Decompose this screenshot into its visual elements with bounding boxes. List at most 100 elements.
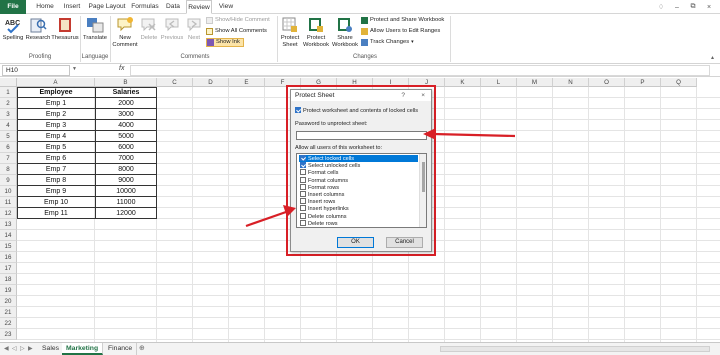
- row-header-21[interactable]: 21: [0, 307, 17, 318]
- protect-sheet-button[interactable]: Protect Sheet: [279, 16, 301, 48]
- tab-review[interactable]: Review: [186, 0, 212, 14]
- tab-formulas[interactable]: Formulas: [130, 0, 160, 14]
- permissions-list[interactable]: Select locked cells Select unlocked cells…: [296, 153, 427, 228]
- tab-view[interactable]: View: [216, 0, 236, 14]
- checkbox-icon[interactable]: [300, 205, 306, 212]
- close-icon[interactable]: ×: [421, 90, 425, 101]
- allow-users-edit-ranges-button[interactable]: Allow Users to Edit Ranges: [361, 27, 440, 36]
- permission-item[interactable]: Insert rows: [299, 198, 418, 205]
- share-workbook-button[interactable]: Share Workbook: [331, 16, 359, 48]
- delete-comment-button[interactable]: Delete: [139, 16, 159, 42]
- row-header-8[interactable]: 8: [0, 164, 17, 175]
- minimize-icon[interactable]: –: [672, 4, 682, 11]
- row-header-13[interactable]: 13: [0, 219, 17, 230]
- research-button[interactable]: Research: [25, 16, 51, 42]
- scroll-first-sheet-icon[interactable]: ◀: [4, 345, 9, 352]
- permission-item[interactable]: Insert hyperlinks: [299, 205, 418, 212]
- cancel-button[interactable]: Cancel: [386, 237, 423, 248]
- permission-item[interactable]: Delete columns: [299, 212, 418, 220]
- help-icon[interactable]: ♢: [656, 3, 666, 11]
- protect-share-workbook-button[interactable]: Protect and Share Workbook: [361, 16, 444, 25]
- protect-contents-checkbox[interactable]: Protect worksheet and contents of locked…: [295, 107, 418, 114]
- show-ink-button[interactable]: Show Ink: [206, 38, 244, 47]
- column-header-m[interactable]: M: [517, 78, 553, 87]
- column-header-o[interactable]: O: [589, 78, 625, 87]
- show-all-comments-button[interactable]: Show All Comments: [206, 27, 267, 36]
- row-header-7[interactable]: 7: [0, 153, 17, 164]
- checkbox-icon[interactable]: [300, 219, 306, 226]
- name-box[interactable]: H10: [2, 65, 70, 76]
- checkbox-icon[interactable]: [300, 169, 306, 176]
- column-header-k[interactable]: K: [445, 78, 481, 87]
- close-icon[interactable]: ×: [704, 4, 714, 11]
- row-header-20[interactable]: 20: [0, 296, 17, 307]
- row-header-3[interactable]: 3: [0, 109, 17, 120]
- row-header-11[interactable]: 11: [0, 197, 17, 208]
- row-header-5[interactable]: 5: [0, 131, 17, 142]
- ribbon-collapse-icon[interactable]: ▴: [711, 54, 714, 61]
- checkbox-checked-icon[interactable]: [300, 155, 306, 161]
- chevron-down-icon[interactable]: ▼: [72, 66, 77, 72]
- row-header-18[interactable]: 18: [0, 274, 17, 285]
- show-hide-comment-button[interactable]: Show/Hide Comment: [206, 16, 270, 25]
- scrollbar-thumb[interactable]: [422, 162, 425, 192]
- fx-icon[interactable]: fx: [119, 65, 124, 72]
- column-header-e[interactable]: E: [229, 78, 265, 87]
- row-header-19[interactable]: 19: [0, 285, 17, 296]
- thesaurus-button[interactable]: Thesaurus: [51, 16, 79, 42]
- tab-home[interactable]: Home: [34, 0, 56, 14]
- permissions-scrollbar[interactable]: [419, 154, 426, 227]
- row-header-2[interactable]: 2: [0, 98, 17, 109]
- scroll-last-sheet-icon[interactable]: ▶: [28, 345, 33, 352]
- permission-item[interactable]: Delete rows: [299, 219, 418, 227]
- row-header-1[interactable]: 1: [0, 87, 17, 98]
- row-header-14[interactable]: 14: [0, 230, 17, 241]
- row-header-16[interactable]: 16: [0, 252, 17, 263]
- row-header-15[interactable]: 15: [0, 241, 17, 252]
- sheet-tab-sales[interactable]: Sales: [38, 343, 65, 355]
- permission-item[interactable]: Format columns: [299, 176, 418, 184]
- column-header-d[interactable]: D: [193, 78, 229, 87]
- column-header-l[interactable]: L: [481, 78, 517, 87]
- column-header-q[interactable]: Q: [661, 78, 697, 87]
- column-header-a[interactable]: A: [17, 78, 95, 87]
- track-changes-button[interactable]: Track Changes ▾: [361, 38, 414, 47]
- row-header-22[interactable]: 22: [0, 318, 17, 329]
- permission-item[interactable]: Format cells: [299, 169, 418, 176]
- row-header-6[interactable]: 6: [0, 142, 17, 153]
- scroll-prev-sheet-icon[interactable]: ◁: [12, 345, 17, 352]
- spelling-button[interactable]: ABC Spelling: [2, 16, 24, 42]
- help-icon[interactable]: ?: [401, 90, 405, 101]
- permission-item[interactable]: Select unlocked cells: [299, 162, 418, 169]
- password-field[interactable]: [296, 131, 427, 140]
- previous-comment-button[interactable]: Previous: [160, 16, 184, 42]
- row-header-17[interactable]: 17: [0, 263, 17, 274]
- tab-insert[interactable]: Insert: [61, 0, 83, 14]
- new-sheet-icon[interactable]: ⊕: [139, 344, 145, 352]
- row-header-12[interactable]: 12: [0, 208, 17, 219]
- translate-button[interactable]: Translate: [82, 16, 108, 42]
- tab-data[interactable]: Data: [164, 0, 182, 14]
- tab-file[interactable]: File: [0, 0, 26, 14]
- row-header-23[interactable]: 23: [0, 329, 17, 340]
- row-header-4[interactable]: 4: [0, 120, 17, 131]
- checkbox-icon[interactable]: [300, 212, 306, 219]
- row-header-9[interactable]: 9: [0, 175, 17, 186]
- checkbox-icon[interactable]: [300, 198, 306, 205]
- column-header-b[interactable]: B: [95, 78, 157, 87]
- sheet-tab-finance[interactable]: Finance: [104, 343, 138, 355]
- row-header-10[interactable]: 10: [0, 186, 17, 197]
- new-comment-button[interactable]: New Comment: [112, 16, 138, 48]
- permission-item[interactable]: Select locked cells: [299, 155, 418, 162]
- permission-item[interactable]: Insert columns: [299, 191, 418, 198]
- horizontal-scrollbar[interactable]: [440, 346, 710, 352]
- checkbox-checked-icon[interactable]: [300, 162, 306, 169]
- sheet-tab-marketing[interactable]: Marketing: [62, 343, 104, 355]
- checkbox-icon[interactable]: [300, 191, 306, 197]
- column-header-n[interactable]: N: [553, 78, 589, 87]
- checkbox-icon[interactable]: [300, 183, 306, 190]
- select-all-corner[interactable]: [0, 78, 17, 87]
- checkbox-icon[interactable]: [300, 176, 306, 183]
- permission-item[interactable]: Format rows: [299, 183, 418, 191]
- formula-input[interactable]: [130, 65, 710, 76]
